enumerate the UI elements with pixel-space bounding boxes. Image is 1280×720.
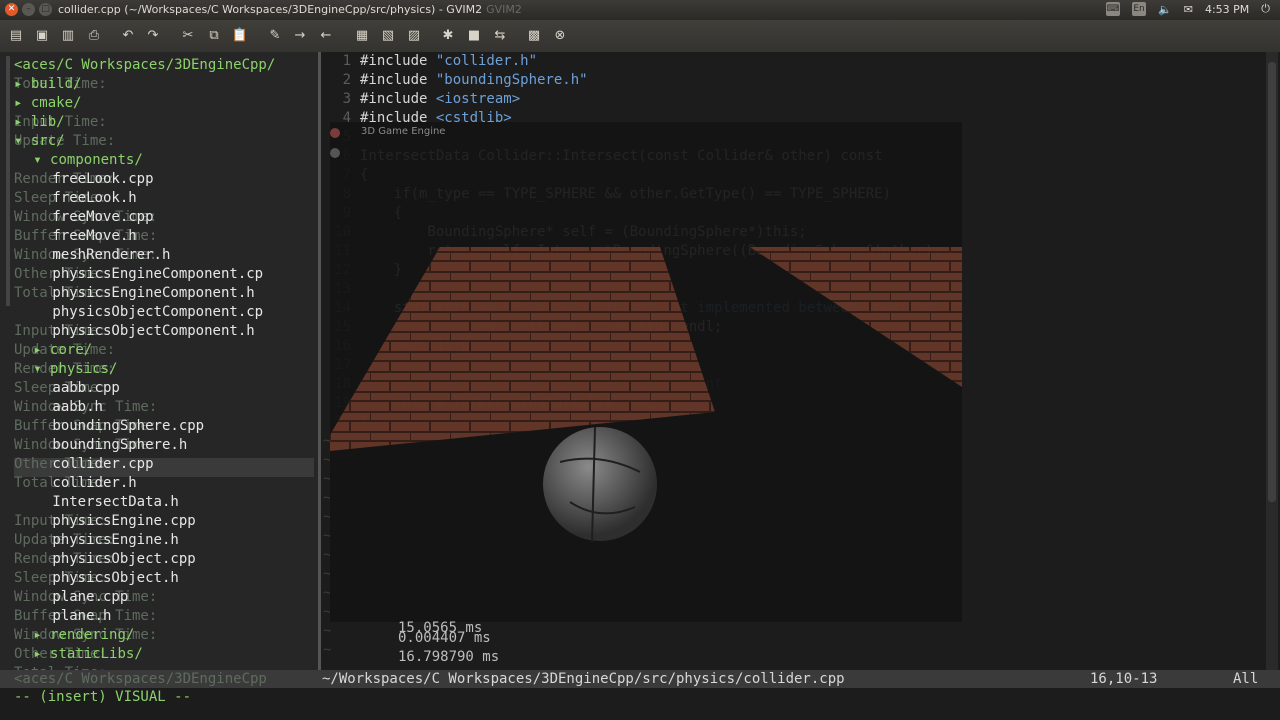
status-line: <aces/C Workspaces/3DEngineCpp ~/Workspa… [0,670,1280,688]
tree-file[interactable]: collider.cpp [52,455,153,474]
empty-line-marker: ~ [323,623,332,639]
tree-directory[interactable]: ▾ components/ [33,151,143,170]
floor-plane-left [330,247,715,451]
keyboard-icon[interactable]: ⌨ [1106,2,1121,16]
tree-file[interactable]: plane.cpp [52,588,128,607]
status-left-path: <aces/C Workspaces/3DEngineCpp [14,671,267,687]
tree-file[interactable]: freeMove.cpp [52,208,153,227]
tree-file[interactable]: physicsEngine.h [52,531,178,550]
find-prev-icon[interactable]: ← [316,26,336,46]
floor-plane-right [750,247,962,387]
game-window[interactable]: 3D Game Engine [330,122,962,622]
command-line[interactable]: -- (insert) VISUAL -- [0,688,1280,720]
window-controls: ✕ – □ [5,3,52,16]
status-cursor-position: 16,10-13 [1090,671,1158,687]
volume-icon[interactable]: 🔈 [1158,3,1172,16]
toolbar: ▤ ▣ ▥ ⎙ ↶ ↷ ✂ ⧉ 📋 ✎ → ← ▦ ▧ ▨ ✱ ■ ⇆ ▩ ⊗ [0,20,1280,53]
game-window-titlebar: 3D Game Engine [330,122,962,158]
help-icon[interactable]: ▩ [524,26,544,46]
copy-icon[interactable]: ⧉ [204,26,224,46]
window-title-ghost: GVIM2 [486,3,522,16]
file-tree-panel: Total Time: Input Time: Update Time: Render… [0,52,318,670]
code-line[interactable]: #include "boundingSphere.h" [360,71,958,90]
tree-file[interactable]: meshRenderer.h [52,246,170,265]
tree-file[interactable]: aabb.cpp [52,379,119,398]
status-file-path: ~/Workspaces/C Workspaces/3DEngineCpp/sr… [322,671,845,687]
tree-file[interactable]: physicsObject.h [52,569,178,588]
tree-file[interactable]: freeLook.cpp [52,170,153,189]
save-session-icon[interactable]: ▧ [378,26,398,46]
tree-file[interactable]: physicsEngineComponent.cp [52,265,263,284]
undo-icon[interactable]: ↶ [118,26,138,46]
tree-directory[interactable]: ▾ physics/ [33,360,117,379]
line-number: 3 [342,91,351,107]
tree-directory[interactable]: ▸ rendering/ [33,626,134,645]
close-icon[interactable]: ✕ [5,3,18,16]
window-title: collider.cpp (~/Workspaces/C Workspaces/… [58,3,522,16]
minimize-icon[interactable]: – [22,3,35,16]
power-icon[interactable]: ⏻ [1261,2,1270,16]
tree-file[interactable]: physicsObject.cpp [52,550,195,569]
tree-directory[interactable]: ▸ core/ [33,341,92,360]
title-bar: ✕ – □ collider.cpp (~/Workspaces/C Works… [0,0,1280,20]
game-close-icon[interactable] [330,128,340,138]
make-icon[interactable]: ✱ [438,26,458,46]
find-help-icon[interactable]: ⊗ [550,26,570,46]
save-all-icon[interactable]: ▥ [58,26,78,46]
tree-directory[interactable]: ▸ lib/ [14,113,65,132]
tree-file[interactable]: physicsEngineComponent.h [52,284,254,303]
tree-file[interactable]: physicsEngine.cpp [52,512,195,531]
sphere [543,427,657,541]
game-minimize-icon[interactable] [330,148,340,158]
tree-file[interactable]: boundingSphere.cpp [52,417,204,436]
game-stat-2: 0.004407 ms [398,630,491,646]
load-session-icon[interactable]: ▦ [352,26,372,46]
redo-icon[interactable]: ↷ [143,26,163,46]
tree-directory[interactable]: <aces/C Workspaces/3DEngineCpp/ [14,56,275,75]
mail-icon[interactable]: ✉ [1184,3,1193,16]
cut-icon[interactable]: ✂ [178,26,198,46]
tree-directory[interactable]: ▾ src/ [14,132,65,151]
tags-icon[interactable]: ⇆ [490,26,510,46]
tree-directory[interactable]: ▸ staticLibs/ [33,645,143,664]
paste-icon[interactable]: 📋 [230,26,250,46]
game-window-title: 3D Game Engine [361,126,446,137]
line-number: 2 [342,72,351,88]
tree-file[interactable]: collider.h [52,474,136,493]
game-stat-3: 16.798790 ms [398,649,500,665]
find-replace-icon[interactable]: ✎ [265,26,285,46]
code-line[interactable]: #include <iostream> [360,90,958,109]
maximize-icon[interactable]: □ [39,3,52,16]
tree-file[interactable]: plane.h [52,607,111,626]
system-tray: ⌨ En 🔈 ✉ 4:53 PM ⏻ [1106,2,1270,16]
run-script-icon[interactable]: ▨ [404,26,424,46]
open-icon[interactable]: ▤ [6,26,26,46]
tree-file[interactable]: IntersectData.h [52,493,178,512]
tree-file[interactable]: physicsObjectComponent.h [52,322,254,341]
code-editor[interactable]: 1234567891011121314151617181920~~~~~~~~~… [321,52,1280,670]
print-icon[interactable]: ⎙ [84,26,104,46]
tree-directory[interactable]: ▸ cmake/ [14,94,81,113]
tree-file[interactable]: freeMove.h [52,227,136,246]
sidebar-scrollbar[interactable] [6,56,10,306]
code-line[interactable]: #include "collider.h" [360,52,958,71]
game-scene [330,247,962,543]
status-scroll-position: All [1233,671,1259,687]
mode-indicator: -- (insert) VISUAL -- [14,689,192,705]
tree-file[interactable]: aabb.h [52,398,103,417]
editor-scrollbar-thumb[interactable] [1268,62,1276,502]
clock[interactable]: 4:53 PM [1205,3,1249,16]
tree-file[interactable]: physicsObjectComponent.cp [52,303,263,322]
editor-scrollbar[interactable] [1266,52,1278,670]
save-icon[interactable]: ▣ [32,26,52,46]
tree-file[interactable]: boundingSphere.h [52,436,187,455]
find-next-icon[interactable]: → [290,26,310,46]
shell-icon[interactable]: ■ [464,26,484,46]
tree-directory[interactable]: ▸ build/ [14,75,81,94]
line-number: 1 [342,53,351,69]
tree-file[interactable]: freeLook.h [52,189,136,208]
empty-line-marker: ~ [323,642,332,658]
language-indicator[interactable]: En [1132,2,1147,16]
